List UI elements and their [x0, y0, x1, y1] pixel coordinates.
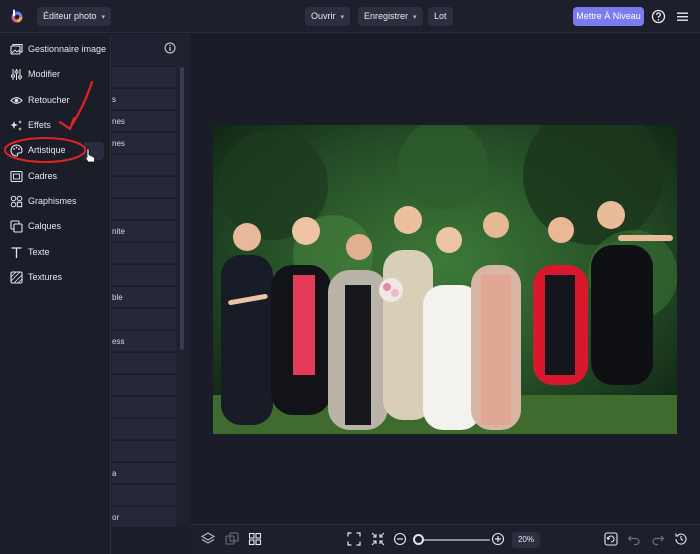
- tool-rail: [0, 34, 111, 554]
- panel-row[interactable]: [112, 66, 176, 87]
- panel-row[interactable]: [112, 440, 176, 461]
- fit-screen-icon[interactable]: [346, 531, 362, 547]
- image-manager-icon: [10, 43, 23, 55]
- panel-row-label: ess: [112, 337, 125, 346]
- zoom-level-display[interactable]: 20%: [512, 532, 540, 548]
- panel-row[interactable]: a: [112, 462, 176, 483]
- frame-icon: [10, 170, 23, 183]
- textures-icon: [10, 271, 23, 284]
- panel-row[interactable]: nite: [112, 220, 176, 241]
- rail-item-label: Calques: [28, 221, 62, 231]
- zoom-in-icon[interactable]: [490, 531, 506, 547]
- rail-item-layers[interactable]: Calques: [0, 216, 111, 238]
- rail-item-graphics[interactable]: Graphismes: [0, 191, 111, 213]
- zoom-out-icon[interactable]: [392, 531, 408, 547]
- panel-row[interactable]: nes: [112, 110, 176, 131]
- editor-mode-dropdown[interactable]: Éditeur photo ▾: [37, 7, 112, 26]
- layers-stack-icon[interactable]: [200, 531, 216, 547]
- duplicate-icon[interactable]: [224, 531, 240, 547]
- history-icon[interactable]: [673, 531, 689, 547]
- panel-row-label: s: [112, 95, 116, 104]
- panel-row[interactable]: [112, 242, 176, 263]
- rail-item-label: Artistique: [28, 145, 66, 155]
- panel-row[interactable]: [112, 352, 176, 373]
- photo-preview[interactable]: [213, 125, 677, 434]
- panel-row-label: nes: [112, 117, 125, 126]
- chevron-down-icon: ▾: [101, 14, 106, 21]
- panel-row[interactable]: s: [112, 88, 176, 109]
- rail-item-label: Textures: [28, 272, 63, 282]
- layers-icon: [10, 220, 23, 233]
- panel-row[interactable]: [112, 264, 176, 285]
- panel-row[interactable]: [112, 484, 176, 505]
- rail-item-label: Modifier: [28, 69, 61, 79]
- hamburger-menu-icon[interactable]: [674, 8, 691, 25]
- eye-icon: [10, 97, 23, 104]
- redo-icon[interactable]: [650, 531, 666, 547]
- panel-row-label: nes: [112, 139, 125, 148]
- panel-row[interactable]: ess: [112, 330, 176, 351]
- rail-item-label: Texte: [28, 247, 50, 257]
- chevron-down-icon: ▾: [340, 14, 345, 21]
- rail-item-label: Effets: [28, 120, 51, 130]
- panel-row-label: a: [112, 469, 117, 478]
- palette-icon: [10, 144, 23, 157]
- batch-label: Lot: [434, 11, 447, 21]
- save-button[interactable]: Enregistrer ▾: [358, 7, 423, 26]
- rail-item-frames[interactable]: Cadres: [0, 166, 111, 188]
- panel-row[interactable]: [112, 154, 176, 175]
- rail-item-label: Gestionnaire image: [28, 44, 107, 54]
- panel-row[interactable]: [112, 308, 176, 329]
- upgrade-button[interactable]: Mettre À Niveau: [573, 7, 644, 26]
- rail-item-effects[interactable]: Effets: [0, 115, 111, 137]
- panel-row[interactable]: [112, 396, 176, 417]
- rail-item-text[interactable]: Texte: [0, 242, 111, 264]
- panel-row[interactable]: [112, 176, 176, 197]
- chevron-down-icon: ▾: [413, 14, 417, 21]
- rail-item-label: Cadres: [28, 171, 58, 181]
- rail-item-label: Retoucher: [28, 95, 70, 105]
- sliders-icon: [11, 69, 22, 80]
- shapes-icon: [10, 195, 23, 208]
- reset-icon[interactable]: [603, 531, 619, 547]
- sparkles-icon: [10, 120, 22, 131]
- panel-row-label: or: [112, 513, 120, 522]
- undo-icon[interactable]: [626, 531, 642, 547]
- text-icon: [11, 247, 22, 258]
- help-icon[interactable]: [650, 8, 667, 25]
- rail-item-textures[interactable]: Textures: [0, 267, 111, 289]
- panel-row-label: ble: [112, 293, 123, 302]
- rail-item-retouch[interactable]: Retoucher: [0, 90, 111, 112]
- zoom-slider-handle[interactable]: [413, 534, 424, 545]
- pointer-cursor-icon: [84, 148, 95, 163]
- save-label: Enregistrer: [364, 11, 409, 21]
- panel-row[interactable]: [112, 374, 176, 395]
- panel-row[interactable]: nes: [112, 132, 176, 153]
- zoom-value: 20%: [517, 535, 534, 544]
- upgrade-label: Mettre À Niveau: [576, 11, 641, 21]
- batch-button[interactable]: Lot: [428, 7, 453, 26]
- panel-row-label: nite: [112, 227, 125, 236]
- rail-item-modify[interactable]: Modifier: [0, 64, 111, 86]
- open-label: Ouvrir: [311, 11, 336, 21]
- panel-row[interactable]: or: [112, 506, 176, 527]
- panel-scrollbar[interactable]: [180, 67, 184, 350]
- app-logo[interactable]: [9, 8, 25, 24]
- panel-row[interactable]: [112, 418, 176, 439]
- open-button[interactable]: Ouvrir ▾: [305, 7, 351, 26]
- shrink-icon[interactable]: [370, 531, 386, 547]
- grid-icon[interactable]: [247, 531, 263, 547]
- rail-item-label: Graphismes: [28, 196, 77, 206]
- editor-mode-label: Éditeur photo: [43, 11, 97, 21]
- rail-item-image-manager[interactable]: Gestionnaire image: [0, 39, 111, 61]
- panel-row[interactable]: ble: [112, 286, 176, 307]
- panel-row[interactable]: [112, 198, 176, 219]
- info-icon[interactable]: [164, 42, 176, 54]
- zoom-slider-track[interactable]: [418, 539, 490, 541]
